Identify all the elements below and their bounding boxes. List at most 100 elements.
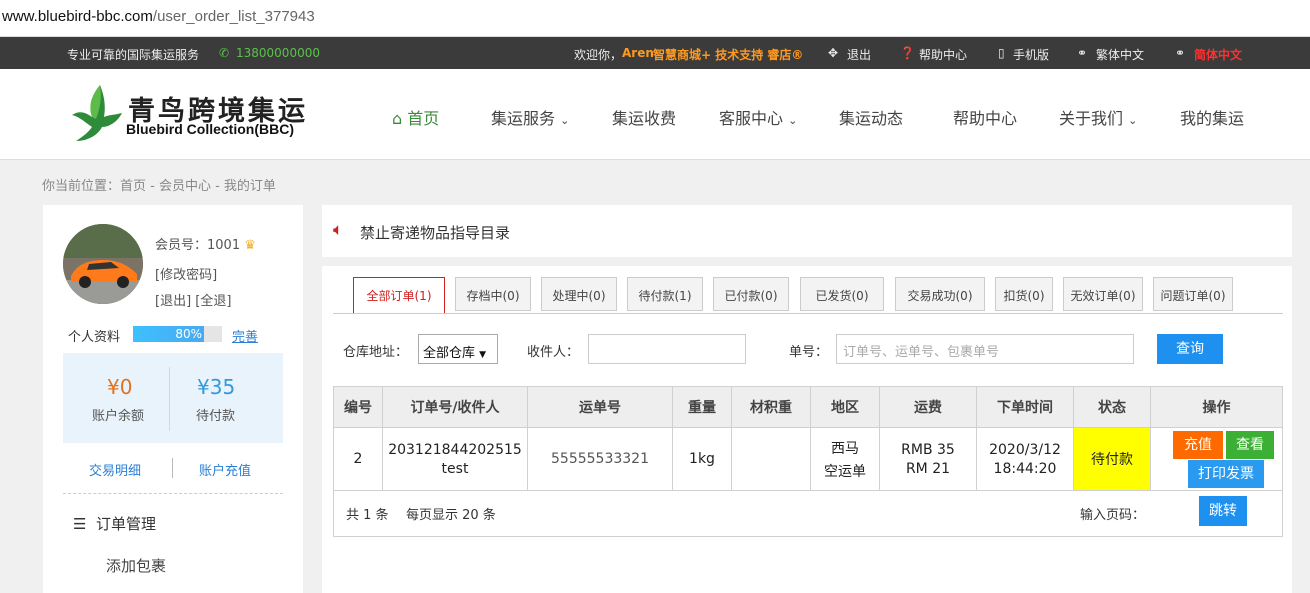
col-volume-weight: 材积重 bbox=[731, 386, 811, 428]
member-number: 会员号：1001 ♛ bbox=[155, 234, 256, 253]
pagination-bar: 共 1 条 每页显示 20 条 输入页码： 跳转 bbox=[333, 487, 1283, 537]
nav-about-label: 关于我们 bbox=[1059, 109, 1124, 128]
col-status: 状态 bbox=[1073, 386, 1151, 428]
pending-label: 待付款 bbox=[196, 409, 236, 424]
simplified-chinese-link[interactable]: 简体中文 bbox=[1194, 46, 1242, 63]
logo-english[interactable]: Bluebird Collection(BBC) bbox=[126, 121, 294, 137]
row-recipient: test bbox=[441, 460, 469, 477]
recipient-label: 收件人： bbox=[527, 345, 580, 360]
support-text[interactable]: 智慧商城+ 技术支持 睿店® bbox=[653, 46, 803, 63]
table-row: 2 203121844202515 test 55555533321 1kg 西… bbox=[333, 427, 1283, 491]
change-password-link[interactable]: [修改密码] bbox=[155, 264, 217, 283]
avatar[interactable] bbox=[63, 224, 143, 304]
balance-label: 账户余额 bbox=[92, 409, 145, 424]
logout-links[interactable]: [退出] [全退] bbox=[155, 290, 231, 309]
nav-services[interactable]: 集运服务 ⌄ bbox=[491, 105, 569, 129]
nav-my-shipping[interactable]: 我的集运 bbox=[1180, 105, 1244, 129]
nav-home-label: 首页 bbox=[407, 109, 440, 128]
row-order-no: 203121844202515 bbox=[388, 441, 522, 458]
col-region: 地区 bbox=[810, 386, 880, 428]
sidebar-divider bbox=[63, 493, 283, 494]
row-order-time: 2020/3/12 18:44:20 bbox=[976, 427, 1074, 491]
member-number-text: 会员号：1001 bbox=[155, 238, 241, 253]
tab-all-orders[interactable]: 全部订单(1) bbox=[353, 277, 445, 314]
row-weight: 1kg bbox=[672, 427, 732, 491]
nav-customer-service-label: 客服中心 bbox=[719, 109, 784, 128]
recharge-button[interactable]: 充值 bbox=[1173, 431, 1223, 459]
tab-paid[interactable]: 已付款(0) bbox=[713, 277, 789, 311]
col-waybill: 运单号 bbox=[527, 386, 673, 428]
avatar-car-image bbox=[63, 224, 143, 304]
per-page: 每页显示 20 条 bbox=[406, 508, 496, 523]
help-center-link[interactable]: 帮助中心 bbox=[919, 46, 967, 63]
tab-problem[interactable]: 问题订单(0) bbox=[1153, 277, 1233, 311]
tab-archived[interactable]: 存档中(0) bbox=[455, 277, 531, 311]
row-region: 西马 空运单 bbox=[810, 427, 880, 491]
phone-number: 13800000000 bbox=[236, 46, 320, 60]
transactions-link[interactable]: 交易明细 bbox=[89, 460, 141, 479]
complete-profile-link[interactable]: 完善 bbox=[232, 326, 258, 345]
tab-completed[interactable]: 交易成功(0) bbox=[895, 277, 985, 311]
speaker-icon: 🔈︎ bbox=[333, 220, 344, 240]
home-icon: ⌂ bbox=[392, 109, 403, 128]
site-header: 青鸟跨境集运 Bluebird Collection(BBC) ⌂ 首页 集运服… bbox=[0, 69, 1310, 160]
col-order-recipient: 订单号/收件人 bbox=[382, 386, 528, 428]
col-weight: 重量 bbox=[672, 386, 732, 428]
member-sidebar: 会员号：1001 ♛ [修改密码] [退出] [全退] 个人资料 80% 完善 … bbox=[43, 205, 303, 593]
mobile-link[interactable]: 手机版 bbox=[1013, 46, 1049, 63]
order-number-input[interactable]: 订单号、运单号、包裹单号 bbox=[836, 334, 1134, 364]
add-package-link[interactable]: 添加包裹 bbox=[106, 555, 166, 576]
nav-help[interactable]: 帮助中心 bbox=[953, 105, 1017, 129]
logout-link[interactable]: 退出 bbox=[847, 46, 871, 63]
breadcrumb: 你当前位置：首页 - 会员中心 - 我的订单 bbox=[42, 179, 276, 194]
number-label: 单号： bbox=[789, 345, 829, 360]
row-region-line1: 西马 bbox=[831, 440, 859, 457]
search-button[interactable]: 查询 bbox=[1157, 334, 1223, 364]
tab-invalid[interactable]: 无效订单(0) bbox=[1063, 277, 1143, 311]
jump-button[interactable]: 跳转 bbox=[1199, 496, 1247, 526]
col-order-time: 下单时间 bbox=[976, 386, 1074, 428]
row-date: 2020/3/12 bbox=[989, 441, 1061, 458]
recharge-link[interactable]: 账户充值 bbox=[199, 460, 251, 479]
tab-processing[interactable]: 处理中(0) bbox=[541, 277, 617, 311]
prohibited-items-link[interactable]: 禁止寄递物品指导目录 bbox=[360, 222, 510, 243]
nav-news[interactable]: 集运动态 bbox=[839, 105, 903, 129]
slogan: 专业可靠的国际集运服务 bbox=[67, 48, 200, 62]
row-order-recipient: 203121844202515 test bbox=[382, 427, 528, 491]
pending-value: ¥35 bbox=[197, 375, 236, 399]
address-bar[interactable]: www.bluebird-bbc.com/user_order_list_377… bbox=[0, 0, 1310, 37]
print-invoice-button[interactable]: 打印发票 bbox=[1188, 460, 1264, 488]
warehouse-select[interactable]: 全部仓库 ▼ bbox=[418, 334, 498, 364]
tab-pending-payment[interactable]: 待付款(1) bbox=[627, 277, 703, 311]
balance-divider bbox=[169, 367, 170, 431]
orders-table: 编号 订单号/收件人 运单号 重量 材积重 地区 运费 下单时间 状态 操作 2… bbox=[333, 386, 1283, 491]
warehouse-label: 仓库地址： bbox=[343, 345, 409, 360]
bluebird-logo-icon[interactable] bbox=[70, 81, 124, 145]
row-region-line2: 空运单 bbox=[824, 463, 866, 480]
nav-home[interactable]: ⌂ 首页 bbox=[392, 105, 439, 129]
row-time: 18:44:20 bbox=[993, 460, 1057, 477]
chevron-down-icon: ⌄ bbox=[560, 114, 570, 127]
recipient-input[interactable] bbox=[588, 334, 746, 364]
view-button[interactable]: 查看 bbox=[1226, 431, 1274, 459]
nav-about[interactable]: 关于我们 ⌄ bbox=[1059, 105, 1137, 129]
tab-withheld[interactable]: 扣货(0) bbox=[995, 277, 1053, 311]
nav-customer-service[interactable]: 客服中心 ⌄ bbox=[719, 105, 797, 129]
tab-shipped[interactable]: 已发货(0) bbox=[800, 277, 884, 311]
url-domain: www.bluebird-bbc.com bbox=[2, 8, 153, 25]
tab-underline bbox=[333, 313, 1283, 314]
row-actions: 充值 查看 打印发票 bbox=[1150, 427, 1283, 491]
link-icon: ⚭ bbox=[1077, 46, 1088, 60]
order-management-menu[interactable]: ☰ 订单管理 bbox=[73, 513, 156, 534]
username-link[interactable]: Aren bbox=[622, 46, 654, 60]
row-fee-line1: RMB 35 bbox=[901, 441, 955, 458]
url-text[interactable]: www.bluebird-bbc.com/user_order_list_377… bbox=[2, 8, 315, 25]
col-actions: 操作 bbox=[1150, 386, 1283, 428]
nav-pricing[interactable]: 集运收费 bbox=[612, 105, 676, 129]
profile-progress-bar: 80% bbox=[133, 326, 222, 342]
traditional-chinese-link[interactable]: 繁体中文 bbox=[1096, 46, 1144, 63]
order-list-panel: 全部订单(1) 存档中(0) 处理中(0) 待付款(1) 已付款(0) 已发货(… bbox=[322, 266, 1292, 593]
phone-icon: ✆ bbox=[219, 46, 230, 60]
table-header-row: 编号 订单号/收件人 运单号 重量 材积重 地区 运费 下单时间 状态 操作 bbox=[333, 386, 1283, 428]
chevron-down-icon: ⌄ bbox=[1128, 114, 1138, 127]
